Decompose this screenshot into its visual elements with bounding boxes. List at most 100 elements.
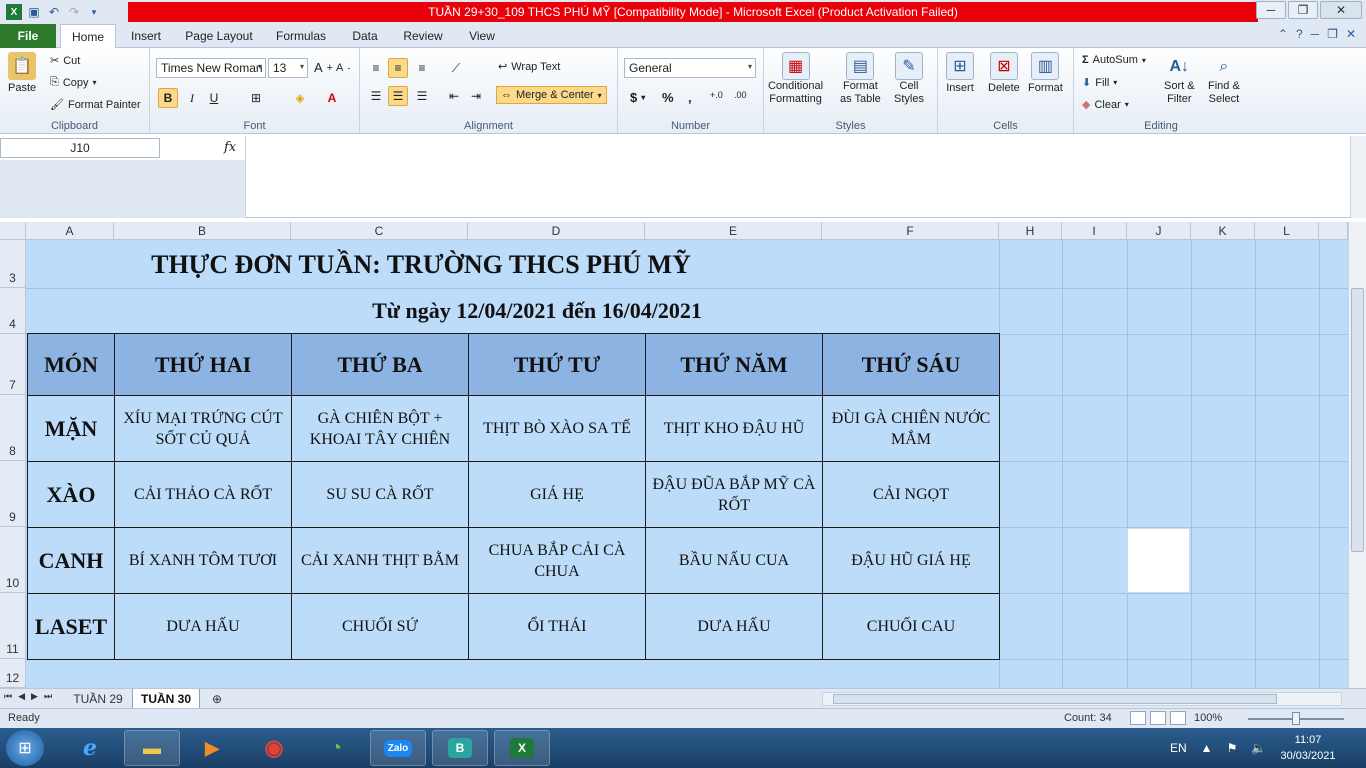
doc-close-icon[interactable]: ✕ bbox=[1346, 27, 1356, 41]
orientation-icon[interactable]: ⟋ bbox=[446, 58, 466, 78]
first-sheet-icon[interactable]: ⏮ bbox=[4, 691, 12, 702]
row-header[interactable]: 11 bbox=[0, 593, 26, 659]
format-painter-button[interactable]: 🖌 Format Painter bbox=[50, 98, 141, 112]
row-label-cell[interactable]: XÀO bbox=[27, 461, 115, 528]
delete-cells-button[interactable]: ⊠ Delete bbox=[988, 52, 1020, 94]
row-header[interactable]: 7 bbox=[0, 334, 26, 395]
table-cell[interactable]: GÀ CHIÊN BỘT + KHOAI TÂY CHIÊN bbox=[291, 395, 469, 462]
next-sheet-icon[interactable]: ▶ bbox=[31, 691, 38, 702]
row-header[interactable]: 12 bbox=[0, 659, 26, 688]
b-app-icon[interactable]: B bbox=[432, 730, 488, 766]
row-header[interactable]: 4 bbox=[0, 288, 26, 334]
insert-function-icon[interactable]: fx bbox=[224, 140, 236, 155]
column-header[interactable]: B bbox=[114, 222, 291, 240]
selected-cell[interactable] bbox=[1127, 528, 1190, 593]
clear-button[interactable]: ◆ Clear ▾ bbox=[1082, 98, 1129, 112]
table-cell[interactable]: CẢI NGỌT bbox=[822, 461, 1000, 528]
table-cell[interactable]: DƯA HẤU bbox=[645, 593, 823, 660]
page-layout-view-icon[interactable] bbox=[1150, 711, 1166, 725]
table-cell[interactable]: CHUỐI CAU bbox=[822, 593, 1000, 660]
table-cell[interactable]: ĐẬU ĐŨA BẮP MỸ CÀ RỐT bbox=[645, 461, 823, 528]
align-top-icon[interactable]: ≡ bbox=[366, 58, 386, 78]
table-cell[interactable]: ỔI THÁI bbox=[468, 593, 646, 660]
action-center-icon[interactable]: ⚑ bbox=[1227, 741, 1238, 755]
horizontal-scrollbar[interactable] bbox=[822, 692, 1342, 706]
volume-icon[interactable]: 🔈 bbox=[1251, 741, 1266, 755]
formula-input[interactable] bbox=[245, 136, 1350, 218]
prev-sheet-icon[interactable]: ◀ bbox=[18, 691, 25, 702]
last-sheet-icon[interactable]: ⏭ bbox=[44, 691, 52, 702]
tab-page-layout[interactable]: Page Layout bbox=[180, 24, 258, 48]
header-cell[interactable]: THỨ NĂM bbox=[645, 333, 823, 396]
language-indicator[interactable]: EN bbox=[1170, 741, 1187, 755]
tab-insert[interactable]: Insert bbox=[122, 24, 170, 48]
header-cell[interactable]: THỨ BA bbox=[291, 333, 469, 396]
fill-color-icon[interactable]: ◈ bbox=[290, 88, 310, 108]
underline-button[interactable]: U bbox=[204, 88, 224, 108]
normal-view-icon[interactable] bbox=[1130, 711, 1146, 725]
increase-indent-icon[interactable]: ⇥ bbox=[466, 86, 486, 106]
find-select-button[interactable]: ⌕ Find & Select bbox=[1208, 52, 1240, 106]
vertical-scroll-thumb[interactable] bbox=[1351, 288, 1364, 552]
column-header[interactable]: F bbox=[822, 222, 999, 240]
row-label-cell[interactable]: LASET bbox=[27, 593, 115, 660]
tab-data[interactable]: Data bbox=[344, 24, 386, 48]
table-cell[interactable]: BẦU NẤU CUA bbox=[645, 527, 823, 594]
column-header-partial[interactable] bbox=[1319, 222, 1348, 240]
save-icon[interactable]: ▣ bbox=[26, 4, 42, 20]
format-cells-button[interactable]: ▥ Format bbox=[1028, 52, 1063, 94]
comma-button[interactable]: , bbox=[688, 90, 692, 105]
zoom-slider-knob[interactable] bbox=[1292, 712, 1300, 725]
zoom-level[interactable]: 100% bbox=[1194, 712, 1222, 724]
restore-button[interactable]: ❐ bbox=[1288, 1, 1318, 19]
table-cell[interactable]: DƯA HẤU bbox=[114, 593, 292, 660]
font-name-field[interactable]: Times New Roman ▾ bbox=[156, 58, 266, 78]
file-explorer-icon[interactable]: ▬ bbox=[124, 730, 180, 766]
font-color-icon[interactable]: A bbox=[322, 88, 342, 108]
excel-taskbar-icon[interactable]: X bbox=[494, 730, 550, 766]
column-header[interactable]: I bbox=[1062, 222, 1127, 240]
table-cell[interactable]: CHUỐI SỨ bbox=[291, 593, 469, 660]
font-size-field[interactable]: 13 ▾ bbox=[268, 58, 308, 78]
media-player-icon[interactable]: ▶ bbox=[184, 730, 240, 766]
table-cell[interactable]: CHUA BẮP CẢI CÀ CHUA bbox=[468, 527, 646, 594]
autosum-button[interactable]: Σ AutoSum ▾ bbox=[1082, 54, 1146, 66]
percent-button[interactable]: % bbox=[662, 90, 674, 105]
formula-bar-scroll[interactable] bbox=[1350, 136, 1366, 218]
align-center-icon[interactable]: ☰ bbox=[388, 86, 408, 106]
table-cell[interactable]: BÍ XANH TÔM TƯƠI bbox=[114, 527, 292, 594]
align-middle-icon[interactable]: ≡ bbox=[388, 58, 408, 78]
name-box[interactable]: J10 bbox=[0, 138, 160, 158]
doc-minimize-icon[interactable]: ─ bbox=[1311, 27, 1320, 41]
decrease-indent-icon[interactable]: ⇤ bbox=[444, 86, 464, 106]
minimize-ribbon-icon[interactable]: ⌃ bbox=[1278, 27, 1288, 41]
italic-button[interactable]: I bbox=[182, 88, 202, 108]
tab-review[interactable]: Review bbox=[396, 24, 450, 48]
horizontal-scroll-thumb[interactable] bbox=[833, 694, 1277, 704]
table-cell[interactable]: ĐẬU HŨ GIÁ HẸ bbox=[822, 527, 1000, 594]
row-header[interactable]: 9 bbox=[0, 461, 26, 527]
tab-home[interactable]: Home bbox=[60, 24, 116, 49]
insert-sheet-icon[interactable]: ⊕ bbox=[204, 689, 230, 708]
table-cell[interactable]: SU SU CÀ RỐT bbox=[291, 461, 469, 528]
start-button[interactable]: ⊞ bbox=[6, 730, 44, 766]
tab-file[interactable]: File bbox=[0, 24, 56, 48]
borders-icon[interactable]: ⊞ bbox=[246, 88, 266, 108]
row-header[interactable]: 3 bbox=[0, 240, 26, 288]
row-label-cell[interactable]: MẶN bbox=[27, 395, 115, 462]
column-header[interactable]: C bbox=[291, 222, 468, 240]
sheet-tab-tuan-29[interactable]: TUẦN 29 bbox=[66, 689, 130, 708]
format-as-table-button[interactable]: ▤ Format as Table bbox=[840, 52, 881, 106]
customize-qat-icon[interactable]: ▾ bbox=[86, 4, 102, 20]
table-cell[interactable]: THỊT BÒ XÀO SA TẾ bbox=[468, 395, 646, 462]
help-icon[interactable]: ? bbox=[1296, 27, 1303, 41]
close-button[interactable]: ✕ bbox=[1320, 1, 1362, 19]
column-header[interactable]: A bbox=[26, 222, 114, 240]
insert-cells-button[interactable]: ⊞ Insert bbox=[946, 52, 974, 94]
doc-restore-icon[interactable]: ❐ bbox=[1327, 27, 1338, 41]
tab-view[interactable]: View bbox=[460, 24, 504, 48]
column-header[interactable]: K bbox=[1191, 222, 1255, 240]
align-left-icon[interactable]: ☰ bbox=[366, 86, 386, 106]
conditional-formatting-button[interactable]: ▦ Conditional Formatting bbox=[768, 52, 823, 106]
coccoc-browser-icon[interactable]: ◔ bbox=[308, 730, 364, 766]
